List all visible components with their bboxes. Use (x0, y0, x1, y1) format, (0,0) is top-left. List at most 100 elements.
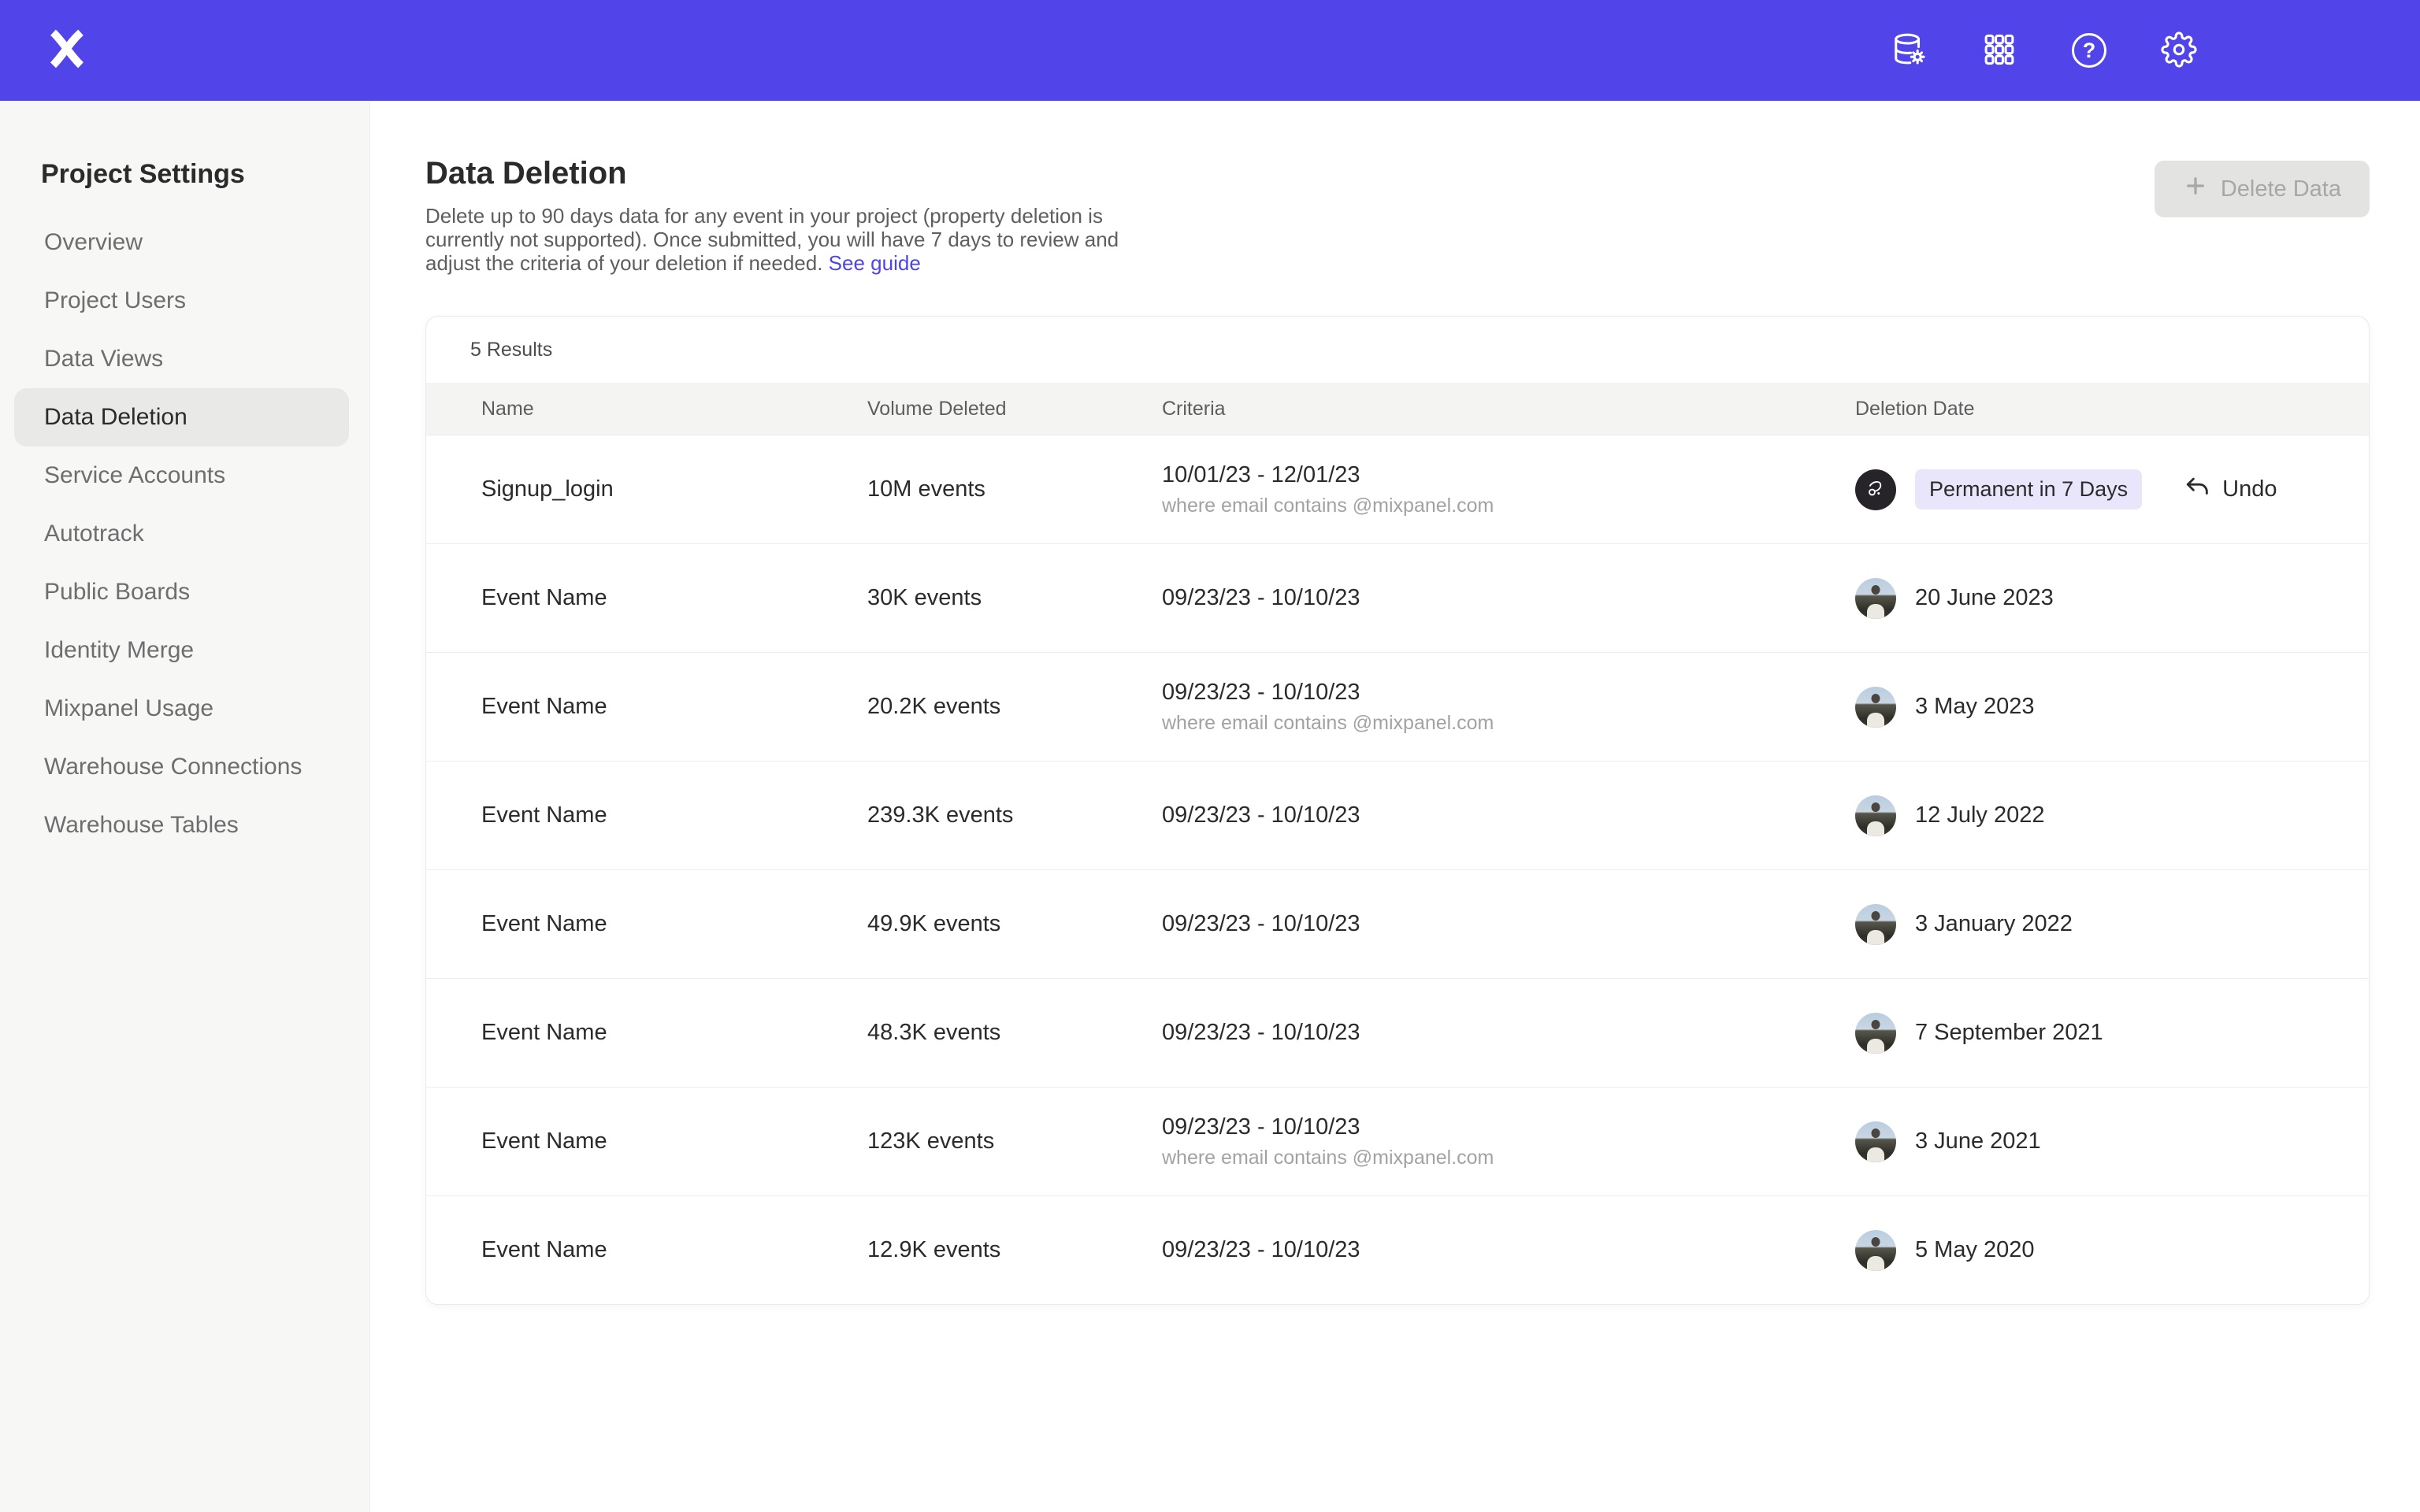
undo-label: Undo (2222, 476, 2277, 502)
data-management-button[interactable] (1891, 32, 1928, 69)
event-name-cell: Signup_login (481, 476, 867, 502)
page-title: Data Deletion (425, 156, 1138, 191)
volume-cell: 123K events (867, 1128, 1162, 1154)
table-row: Signup_login 10M events 10/01/23 - 12/01… (426, 435, 2369, 543)
sidebar-item-service-accounts[interactable]: Service Accounts (14, 447, 349, 505)
deletion-date-cell: 3 June 2021 (1855, 1121, 2369, 1162)
database-gear-icon (1891, 32, 1928, 70)
table-row: Event Name 239.3K events 09/23/23 - 10/1… (426, 761, 2369, 869)
criteria-filter: where email contains @mixpanel.com (1162, 712, 1855, 735)
table-row: Event Name 20.2K events 09/23/23 - 10/10… (426, 652, 2369, 761)
table-row: Event Name 12.9K events 09/23/23 - 10/10… (426, 1195, 2369, 1304)
event-name-cell: Event Name (481, 1237, 867, 1263)
avatar (1855, 1121, 1896, 1162)
sidebar-item-public-boards[interactable]: Public Boards (14, 563, 349, 621)
column-header-volume: Volume Deleted (867, 398, 1162, 421)
main-content: Data Deletion Delete up to 90 days data … (370, 101, 2420, 1512)
deletion-date: 3 January 2022 (1915, 911, 2073, 937)
sidebar-item-mixpanel-usage[interactable]: Mixpanel Usage (14, 680, 349, 738)
app-root: ? Project Settings Overview Project User… (0, 0, 2420, 1512)
sidebar-item-warehouse-connections[interactable]: Warehouse Connections (14, 738, 349, 796)
plus-icon (2183, 173, 2208, 205)
sidebar-item-data-deletion[interactable]: Data Deletion (14, 388, 349, 447)
settings-gear-icon (2161, 32, 2197, 70)
criteria-cell: 09/23/23 - 10/10/23 (1162, 911, 1855, 937)
avatar (1855, 578, 1896, 619)
criteria-range: 09/23/23 - 10/10/23 (1162, 1020, 1855, 1046)
avatar (1855, 469, 1896, 510)
sidebar-item-data-views[interactable]: Data Views (14, 330, 349, 388)
deletion-date: 7 September 2021 (1915, 1020, 2103, 1046)
undo-button[interactable]: Undo (2184, 473, 2277, 506)
volume-cell: 20.2K events (867, 694, 1162, 720)
criteria-cell: 10/01/23 - 12/01/23 where email contains… (1162, 462, 1855, 517)
column-header-name: Name (481, 398, 867, 421)
apps-grid-icon (1981, 32, 2017, 70)
sidebar-title: Project Settings (0, 159, 369, 190)
avatar (1855, 795, 1896, 836)
mixpanel-x-icon (46, 28, 88, 74)
deletion-date: 20 June 2023 (1915, 585, 2054, 611)
criteria-range: 09/23/23 - 10/10/23 (1162, 1237, 1855, 1263)
results-bar: 5 Results (426, 317, 2369, 383)
volume-cell: 10M events (867, 476, 1162, 502)
avatar (1855, 904, 1896, 945)
event-name-cell: Event Name (481, 1128, 867, 1154)
table-row: Event Name 48.3K events 09/23/23 - 10/10… (426, 978, 2369, 1087)
settings-button[interactable] (2160, 32, 2198, 69)
volume-cell: 12.9K events (867, 1237, 1162, 1263)
deletion-date-cell: 7 September 2021 (1855, 1013, 2369, 1054)
see-guide-link[interactable]: See guide (829, 251, 921, 275)
settings-sidebar: Project Settings Overview Project Users … (0, 101, 370, 1512)
deletion-date: 3 May 2023 (1915, 694, 2035, 720)
volume-cell: 49.9K events (867, 911, 1162, 937)
table-row: Event Name 49.9K events 09/23/23 - 10/10… (426, 869, 2369, 978)
criteria-cell: 09/23/23 - 10/10/23 where email contains… (1162, 680, 1855, 735)
event-name-cell: Event Name (481, 694, 867, 720)
criteria-cell: 09/23/23 - 10/10/23 (1162, 802, 1855, 828)
sidebar-item-project-users[interactable]: Project Users (14, 272, 349, 330)
sidebar-nav: Overview Project Users Data Views Data D… (0, 213, 369, 854)
help-icon: ? (2072, 33, 2106, 68)
column-header-criteria: Criteria (1162, 398, 1855, 421)
description-text: Delete up to 90 days data for any event … (425, 204, 1119, 275)
deletion-date-cell: 3 January 2022 (1855, 904, 2369, 945)
criteria-cell: 09/23/23 - 10/10/23 (1162, 1020, 1855, 1046)
help-button[interactable]: ? (2070, 32, 2108, 69)
question-mark-glyph: ? (2083, 39, 2096, 63)
deletion-date-cell: 20 June 2023 (1855, 578, 2369, 619)
deletion-date-cell: Permanent in 7 Days Undo (1855, 469, 2369, 510)
criteria-range: 09/23/23 - 10/10/23 (1162, 802, 1855, 828)
sidebar-item-warehouse-tables[interactable]: Warehouse Tables (14, 796, 349, 854)
sidebar-item-identity-merge[interactable]: Identity Merge (14, 621, 349, 680)
criteria-range: 10/01/23 - 12/01/23 (1162, 462, 1855, 488)
volume-cell: 30K events (867, 585, 1162, 611)
deletion-date: 3 June 2021 (1915, 1128, 2041, 1154)
delete-data-label: Delete Data (2221, 176, 2341, 202)
deletion-date: 12 July 2022 (1915, 802, 2044, 828)
delete-data-button[interactable]: Delete Data (2155, 161, 2370, 217)
page-header: Data Deletion Delete up to 90 days data … (425, 156, 2370, 275)
results-count: 5 Results (470, 339, 552, 361)
criteria-cell: 09/23/23 - 10/10/23 where email contains… (1162, 1114, 1855, 1169)
table-header-row: Name Volume Deleted Criteria Deletion Da… (426, 383, 2369, 435)
table-row: Event Name 123K events 09/23/23 - 10/10/… (426, 1087, 2369, 1195)
criteria-filter: where email contains @mixpanel.com (1162, 495, 1855, 517)
criteria-range: 09/23/23 - 10/10/23 (1162, 680, 1855, 706)
avatar (1855, 687, 1896, 728)
apps-grid-button[interactable] (1980, 32, 2018, 69)
avatar (1855, 1013, 1896, 1054)
topbar-actions: ? (1891, 32, 2420, 69)
sidebar-item-autotrack[interactable]: Autotrack (14, 505, 349, 563)
criteria-range: 09/23/23 - 10/10/23 (1162, 1114, 1855, 1140)
event-name-cell: Event Name (481, 911, 867, 937)
deletion-date-cell: 12 July 2022 (1855, 795, 2369, 836)
volume-cell: 48.3K events (867, 1020, 1162, 1046)
mixpanel-logo[interactable] (46, 28, 90, 72)
criteria-cell: 09/23/23 - 10/10/23 (1162, 1237, 1855, 1263)
criteria-range: 09/23/23 - 10/10/23 (1162, 911, 1855, 937)
sidebar-item-overview[interactable]: Overview (14, 213, 349, 272)
event-name-cell: Event Name (481, 802, 867, 828)
table-row: Event Name 30K events 09/23/23 - 10/10/2… (426, 543, 2369, 652)
event-name-cell: Event Name (481, 1020, 867, 1046)
